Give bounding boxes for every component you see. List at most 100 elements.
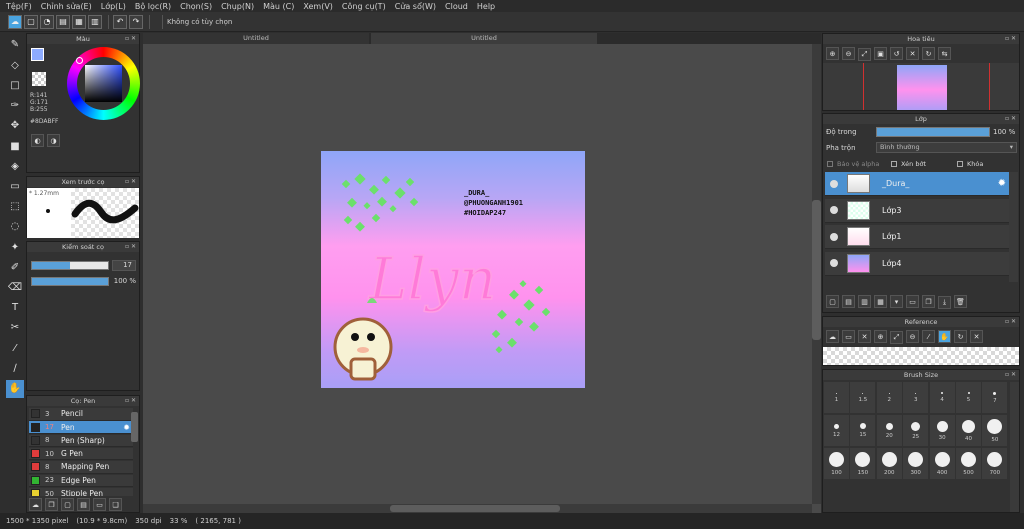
brush-size-cell[interactable]: 12: [824, 415, 849, 446]
menu-item[interactable]: Cửa sổ(W): [395, 2, 436, 11]
brush-list-item[interactable]: 50 Stipple Pen: [29, 487, 133, 496]
reset-icon[interactable]: ✕: [906, 47, 919, 60]
brush-size-cell[interactable]: 5: [956, 382, 981, 413]
folder-icon[interactable]: ▭: [906, 295, 919, 308]
cloud-icon[interactable]: ☁: [8, 14, 22, 29]
eraser-tool-icon[interactable]: ◇: [6, 56, 24, 74]
lasso-icon[interactable]: ◌: [6, 218, 24, 236]
brush-size-cell[interactable]: 25: [903, 415, 929, 446]
menu-item[interactable]: Màu (C): [263, 2, 294, 11]
brush-list-item[interactable]: 8 Pen (Sharp): [29, 434, 133, 448]
artwork-canvas[interactable]: Llyn _DURA_ @PHUONGANH1901 #HOIDAP247: [321, 151, 585, 388]
undo-icon[interactable]: ↶: [113, 14, 127, 29]
tab-untitled-2[interactable]: Untitled: [371, 33, 597, 44]
panel-close-icon[interactable]: ▫ ✕: [1005, 317, 1016, 327]
transparent-swatch[interactable]: [32, 72, 46, 86]
brush-size-value[interactable]: 17: [112, 260, 136, 271]
panel-close-icon[interactable]: ▫ ✕: [1005, 370, 1016, 380]
lock-checkbox[interactable]: Khóa: [957, 160, 983, 168]
main-color-swatch[interactable]: [31, 48, 44, 61]
cloud-upload-icon[interactable]: ☁: [29, 498, 42, 511]
eyedropper-icon[interactable]: ⁄: [922, 330, 935, 343]
brush-list-scrollbar[interactable]: [131, 412, 138, 442]
menu-item[interactable]: Chọn(S): [180, 2, 212, 11]
blend-mode-select[interactable]: Bình thường ▾: [876, 142, 1017, 153]
rotate-icon[interactable]: ↻: [954, 330, 967, 343]
brush-list-item[interactable]: 10 G Pen: [29, 447, 133, 461]
gear-icon[interactable]: ✹: [998, 178, 1006, 189]
panel-close-icon[interactable]: ▫ ✕: [1005, 114, 1016, 124]
protect-alpha-checkbox[interactable]: Bảo vệ alpha: [827, 160, 879, 168]
brush-size-scrollbar[interactable]: [1010, 382, 1019, 512]
palette-icon[interactable]: ◐: [31, 134, 44, 147]
merge-layer-icon[interactable]: ⤓: [938, 295, 951, 309]
layer-row[interactable]: Lớp3: [825, 198, 1009, 223]
menu-item[interactable]: Lớp(L): [101, 2, 126, 11]
brush-list-item[interactable]: 23 Edge Pen: [29, 474, 133, 487]
eyedropper-icon[interactable]: ⁄: [6, 339, 24, 357]
canvas-horizontal-thumb[interactable]: [390, 505, 560, 512]
brush-size-cell[interactable]: 500: [956, 448, 981, 479]
menu-item[interactable]: Tệp(F): [6, 2, 32, 11]
brush-size-cell[interactable]: 15: [850, 415, 876, 446]
new-layer-icon[interactable]: ▢: [826, 295, 839, 308]
eye-icon[interactable]: [830, 232, 838, 241]
divide-tool-icon[interactable]: ✂: [6, 319, 24, 337]
brush-size-cell[interactable]: 20: [876, 415, 902, 446]
layer-menu-icon[interactable]: ▾: [890, 295, 903, 308]
brush-size-cell[interactable]: 700: [982, 448, 1008, 479]
new-file-icon[interactable]: ▢: [24, 14, 38, 29]
layer-row[interactable]: Lớp1: [825, 225, 1009, 249]
duplicate-layer-icon[interactable]: ❐: [922, 295, 935, 308]
menu-item[interactable]: Bộ lọc(R): [135, 2, 171, 11]
brush-size-cell[interactable]: 3: [903, 382, 929, 413]
brush-size-cell[interactable]: 2: [876, 382, 902, 413]
zoom-out-icon[interactable]: ⊖: [842, 47, 855, 60]
brush-size-cell[interactable]: 200: [876, 448, 902, 479]
open-folder-icon[interactable]: ▭: [842, 330, 855, 343]
eye-icon[interactable]: [830, 259, 838, 267]
menu-item[interactable]: Cloud: [445, 2, 468, 11]
text-tool-icon[interactable]: T: [6, 299, 24, 317]
menu-item[interactable]: Xem(V): [303, 2, 333, 11]
navigator-view[interactable]: [823, 63, 1019, 110]
rotate-right-icon[interactable]: ↻: [922, 47, 935, 60]
close-icon[interactable]: ✕: [858, 330, 871, 343]
layer-list-scrollbar[interactable]: [1009, 172, 1018, 282]
layer-row[interactable]: _Dura_ ✹: [825, 172, 1009, 196]
gradient-tool-icon[interactable]: ▭: [6, 178, 24, 196]
brush-size-slider[interactable]: [31, 261, 109, 270]
brush-size-cell[interactable]: 100: [824, 448, 849, 479]
brush-size-cell[interactable]: 400: [929, 448, 955, 479]
brush-size-cell[interactable]: 4: [929, 382, 955, 413]
brush-size-cell[interactable]: 50: [982, 415, 1008, 446]
select-eraser-icon[interactable]: ⌫: [6, 279, 24, 297]
brush-opacity-slider[interactable]: [31, 277, 109, 286]
color-set-icon[interactable]: ◑: [47, 134, 60, 147]
menu-item[interactable]: Chụp(N): [221, 2, 254, 11]
clipping-checkbox[interactable]: Xén bớt: [891, 160, 926, 168]
new-8bit-layer-icon[interactable]: ▥: [858, 295, 871, 308]
fill-rect-tool-icon[interactable]: ■: [6, 137, 24, 155]
brush-size-cell[interactable]: 150: [850, 448, 876, 479]
brush-size-cell[interactable]: 1.5: [850, 382, 876, 413]
brush-size-cell[interactable]: 7: [982, 382, 1008, 413]
rotate-left-icon[interactable]: ↺: [890, 47, 903, 60]
move-tool-icon[interactable]: ✥: [6, 117, 24, 135]
hand-icon[interactable]: ✋: [938, 330, 951, 343]
fit-icon[interactable]: ⤢: [858, 47, 871, 61]
brush-list-item[interactable]: 17 Pen ✹: [29, 421, 133, 434]
color-wheel[interactable]: [67, 47, 140, 120]
panel-icon[interactable]: ▥: [88, 14, 102, 29]
new-brush-icon[interactable]: ▢: [61, 498, 74, 511]
panel-close-icon[interactable]: ▫ ✕: [125, 242, 136, 252]
layer-row[interactable]: Lớp4: [825, 251, 1009, 276]
panel-close-icon[interactable]: ▫ ✕: [125, 34, 136, 44]
bucket-tool-icon[interactable]: ◈: [6, 157, 24, 175]
layer-opacity-slider[interactable]: [876, 127, 990, 137]
gear-icon[interactable]: ✹: [123, 423, 130, 432]
brush-size-cell[interactable]: 40: [956, 415, 981, 446]
dot-tool-icon[interactable]: ✑: [6, 97, 24, 115]
saturation-value-square[interactable]: [85, 65, 122, 102]
brush-size-cell[interactable]: 300: [903, 448, 929, 479]
